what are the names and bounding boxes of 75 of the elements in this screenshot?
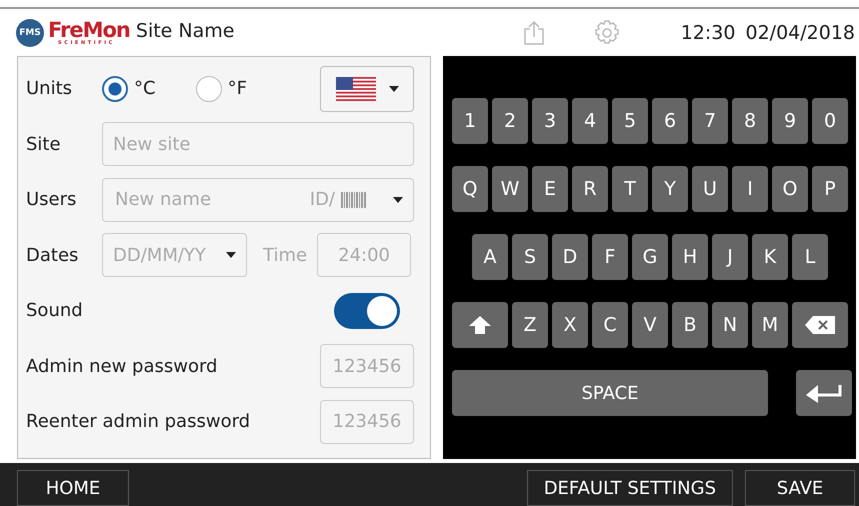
keyboard-key[interactable]: Z [512, 302, 548, 348]
unit-option[interactable]: °F [228, 78, 247, 100]
keyboard-key[interactable]: X [552, 302, 588, 348]
keyboard-key[interactable]: M [752, 302, 788, 348]
unit-option[interactable]: °C [134, 78, 156, 100]
sound-label: Sound [26, 300, 84, 322]
keyboard-key[interactable]: A [472, 234, 508, 280]
logo-name: FreMon [48, 20, 130, 40]
keyboard-key[interactable]: U [692, 166, 728, 212]
keyboard-key[interactable]: N [712, 302, 748, 348]
keyboard-key[interactable]: J [712, 234, 748, 280]
keyboard-key[interactable]: 8 [732, 98, 768, 144]
keyboard-key[interactable]: Y [652, 166, 688, 212]
password-label: Reenter admin password [26, 411, 252, 432]
keyboard-key[interactable]: 1 [452, 98, 488, 144]
clock-date: 02/04/2018 [745, 22, 855, 44]
site-name: Site Name [136, 20, 234, 42]
caret-icon [388, 86, 398, 92]
keyboard-key[interactable]: T [612, 166, 648, 212]
keyboard-key[interactable]: 6 [652, 98, 688, 144]
backspace-icon [805, 316, 835, 334]
keyboard-key[interactable]: E [532, 166, 568, 212]
keyboard-key[interactable]: 2 [492, 98, 528, 144]
keyboard-key[interactable]: W [492, 166, 528, 212]
keyboard-key[interactable]: V [632, 302, 668, 348]
keyboard-key[interactable]: 4 [572, 98, 608, 144]
password-input[interactable]: 123456 [320, 400, 414, 444]
keyboard-key[interactable]: R [572, 166, 608, 212]
logo-badge: FMS [16, 18, 44, 46]
site-label: Site [26, 134, 62, 155]
home-button[interactable]: HOME [17, 470, 129, 506]
time-label: Time [263, 244, 308, 266]
keyboard-key[interactable]: P [812, 166, 848, 212]
keyboard-key[interactable]: Q [452, 166, 488, 212]
backspace-key[interactable] [792, 302, 848, 348]
keyboard-key[interactable]: S [512, 234, 548, 280]
keyboard-key[interactable]: F [592, 234, 628, 280]
radio-button[interactable] [196, 76, 222, 102]
keyboard-key[interactable]: C [592, 302, 628, 348]
password-input[interactable]: 123456 [320, 344, 414, 388]
units-label: Units [26, 78, 74, 100]
site-input[interactable]: New site [102, 122, 414, 166]
footer-button[interactable]: DEFAULT SETTINGS [526, 470, 733, 506]
caret-icon [393, 196, 403, 203]
keyboard-key[interactable]: G [632, 234, 668, 280]
radio-button[interactable] [102, 76, 128, 102]
keyboard-key[interactable]: 0 [812, 98, 848, 144]
keyboard-key[interactable]: K [752, 234, 788, 280]
users-label: Users [26, 189, 78, 210]
sound-toggle[interactable] [334, 292, 400, 329]
enter-key[interactable] [796, 370, 852, 416]
keyboard-key[interactable]: 5 [612, 98, 648, 144]
dates-label: Dates [26, 244, 80, 266]
barcode-icon [341, 192, 367, 208]
space-key[interactable]: SPACE [452, 370, 768, 416]
keyboard-key[interactable]: H [672, 234, 708, 280]
flag-icon [336, 76, 376, 101]
keyboard-key[interactable]: O [772, 166, 808, 212]
country-dropdown[interactable] [320, 66, 414, 112]
caret-icon [226, 252, 236, 258]
keyboard-key[interactable]: 3 [532, 98, 568, 144]
shift-key[interactable] [452, 302, 508, 348]
keyboard-key[interactable]: 7 [692, 98, 728, 144]
users-input[interactable]: New name [113, 188, 304, 212]
password-label: Admin new password [26, 356, 218, 377]
clock-time: 12:30 [680, 22, 736, 44]
keyboard-key[interactable]: B [672, 302, 708, 348]
keyboard-key[interactable]: I [732, 166, 768, 212]
keyboard-key[interactable]: 9 [772, 98, 808, 144]
enter-icon [806, 383, 842, 403]
keyboard-key[interactable]: L [792, 234, 828, 280]
id-label: ID/ [310, 189, 335, 210]
keyboard-key[interactable]: D [552, 234, 588, 280]
footer-button[interactable]: SAVE [745, 470, 855, 506]
up-arrow-icon [469, 316, 491, 334]
